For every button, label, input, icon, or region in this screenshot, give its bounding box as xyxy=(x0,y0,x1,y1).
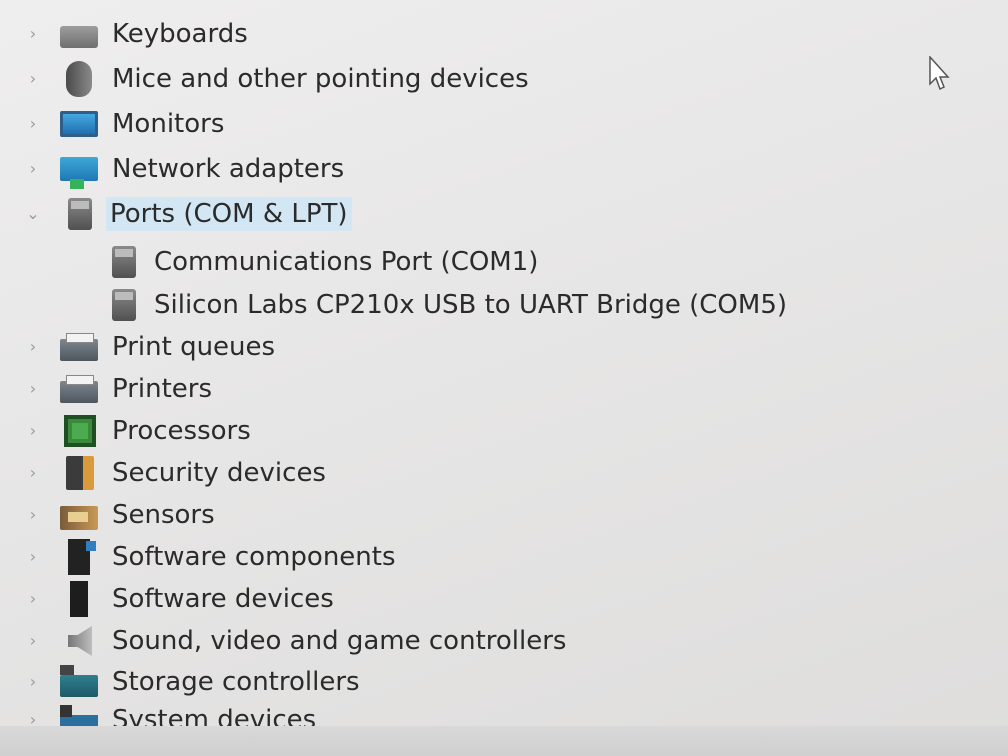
speaker-icon xyxy=(68,626,92,656)
tree-item-keyboards[interactable]: › Keyboards xyxy=(22,14,252,54)
chevron-right-icon[interactable]: › xyxy=(22,633,44,649)
port-icon xyxy=(112,289,136,321)
tree-item-ports[interactable]: ⌄ Ports (COM & LPT) xyxy=(22,194,352,234)
tree-item-label: Silicon Labs CP210x USB to UART Bridge (… xyxy=(154,290,788,320)
tree-item-label: Monitors xyxy=(112,109,225,139)
chevron-right-icon[interactable]: › xyxy=(22,26,44,42)
tree-item-mice[interactable]: › Mice and other pointing devices xyxy=(22,59,533,99)
processor-icon xyxy=(64,415,96,447)
tree-item-sound-video-game[interactable]: › Sound, video and game controllers xyxy=(22,621,570,661)
chevron-right-icon[interactable]: › xyxy=(22,423,44,439)
tree-item-label: Network adapters xyxy=(112,154,345,184)
tree-item-label: Communications Port (COM1) xyxy=(154,247,539,277)
tree-item-label: Storage controllers xyxy=(112,667,360,697)
chevron-right-icon[interactable]: › xyxy=(22,549,44,565)
tree-item-sensors[interactable]: › Sensors xyxy=(22,495,219,535)
tree-item-print-queues[interactable]: › Print queues xyxy=(22,327,279,367)
storage-controller-icon xyxy=(60,665,98,697)
tree-item-label: Ports (COM & LPT) xyxy=(106,197,352,231)
chevron-right-icon[interactable]: › xyxy=(22,465,44,481)
monitor-icon xyxy=(60,111,98,137)
keyboard-icon xyxy=(60,26,98,48)
printer-icon xyxy=(60,375,98,403)
tree-item-storage-controllers[interactable]: › Storage controllers xyxy=(22,662,364,702)
network-adapter-icon xyxy=(60,157,98,189)
tree-item-label: Software components xyxy=(112,542,396,572)
tree-item-label: Print queues xyxy=(112,332,276,362)
tree-item-label: Processors xyxy=(112,416,251,446)
device-tree: › Keyboards › Mice and other pointing de… xyxy=(0,0,1008,756)
chevron-right-icon[interactable]: › xyxy=(22,591,44,607)
security-device-icon xyxy=(66,456,94,490)
software-component-icon xyxy=(68,539,96,575)
tree-item-label: Security devices xyxy=(112,458,326,488)
software-device-icon xyxy=(70,581,88,617)
chevron-right-icon[interactable]: › xyxy=(22,381,44,397)
tree-item-software-components[interactable]: › Software components xyxy=(22,537,400,577)
tree-item-label: Keyboards xyxy=(112,19,248,49)
tree-item-com5[interactable]: Silicon Labs CP210x USB to UART Bridge (… xyxy=(104,285,791,325)
tree-item-label: Mice and other pointing devices xyxy=(112,64,529,94)
port-icon xyxy=(112,246,136,278)
chevron-right-icon[interactable]: › xyxy=(22,71,44,87)
chevron-right-icon[interactable]: › xyxy=(22,674,44,690)
tree-item-network-adapters[interactable]: › Network adapters xyxy=(22,149,348,189)
chevron-right-icon[interactable]: › xyxy=(22,507,44,523)
chevron-right-icon[interactable]: › xyxy=(22,161,44,177)
mouse-pointer-icon xyxy=(929,56,950,91)
tree-item-printers[interactable]: › Printers xyxy=(22,369,216,409)
tree-item-processors[interactable]: › Processors xyxy=(22,411,255,451)
tree-item-com1[interactable]: Communications Port (COM1) xyxy=(104,242,542,282)
chevron-right-icon[interactable]: › xyxy=(22,339,44,355)
tree-item-label: Sensors xyxy=(112,500,215,530)
tree-item-monitors[interactable]: › Monitors xyxy=(22,104,228,144)
tree-item-label: Sound, video and game controllers xyxy=(112,626,567,656)
chevron-down-icon[interactable]: ⌄ xyxy=(22,206,44,222)
window-bottom-edge xyxy=(0,726,1008,756)
tree-item-label: Software devices xyxy=(112,584,334,614)
mouse-icon xyxy=(66,61,92,97)
tree-item-label: Printers xyxy=(112,374,213,404)
printer-icon xyxy=(60,333,98,361)
tree-item-software-devices[interactable]: › Software devices xyxy=(22,579,338,619)
sensor-icon xyxy=(60,505,98,530)
port-icon xyxy=(68,198,92,230)
tree-item-security-devices[interactable]: › Security devices xyxy=(22,453,330,493)
chevron-right-icon[interactable]: › xyxy=(22,116,44,132)
